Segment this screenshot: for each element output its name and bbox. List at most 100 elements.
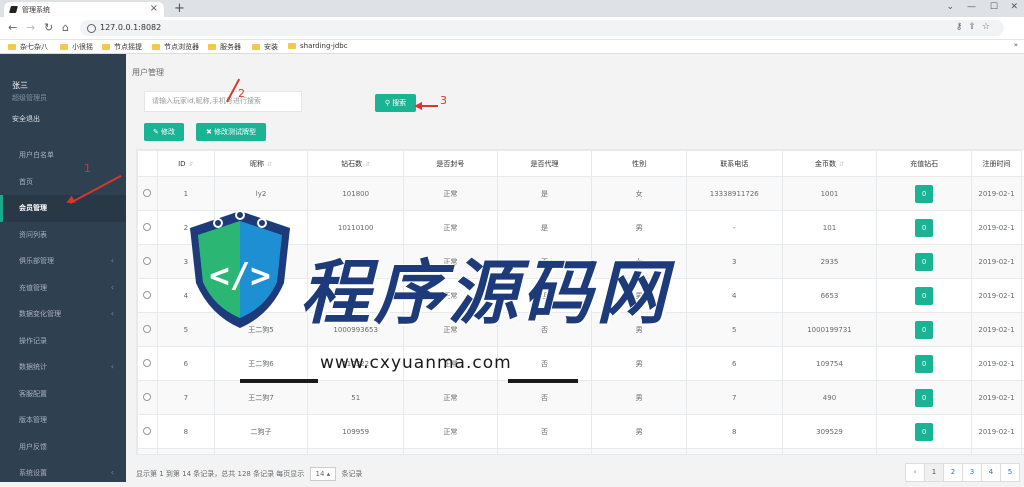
sidebar-item-operation-log[interactable]: 操作记录 <box>0 328 126 355</box>
logout-link[interactable]: 安全退出 <box>12 114 47 124</box>
recharge-diamond-button[interactable]: 0 <box>915 253 933 271</box>
table-cell: 4 <box>686 279 782 313</box>
bookmark-label: 杂七杂八 <box>20 43 48 51</box>
column-header[interactable]: ID⇵ <box>157 151 214 177</box>
recharge-diamond-button[interactable]: 0 <box>915 219 933 237</box>
sidebar-item-feedback[interactable]: 用户反馈 <box>0 434 126 461</box>
omnibox[interactable]: 127.0.0.1:8082 ⚷⇪☆ <box>80 20 1004 36</box>
page-size-select[interactable]: 14 ▴ <box>310 467 337 481</box>
recharge-diamond-button[interactable]: 0 <box>915 185 933 203</box>
tab-search-icon[interactable]: ⌄ <box>946 2 954 12</box>
table-cell: 0 <box>877 347 972 381</box>
back-icon[interactable]: ← <box>8 21 17 34</box>
table-row[interactable]: 366正常否女3293502019-02-1 <box>138 245 1024 279</box>
table-row[interactable]: 2王二狗210110100正常是男-10102019-02-1 <box>138 211 1024 245</box>
row-radio[interactable] <box>143 189 151 197</box>
edit-button[interactable]: ✎ 修改 <box>144 123 184 141</box>
page-button[interactable]: 3 <box>962 463 982 482</box>
column-header[interactable]: 金币数⇵ <box>782 151 877 177</box>
annotation-arrowhead-3 <box>414 102 422 110</box>
sidebar-item-statistics[interactable]: 数据统计‹ <box>0 354 126 381</box>
recharge-diamond-button[interactable]: 0 <box>915 389 933 407</box>
bookmark-item[interactable]: 节点浏览器 <box>152 42 199 52</box>
home-icon[interactable]: ⌂ <box>62 21 69 34</box>
bookmark-label: sharding-jdbc <box>300 42 348 50</box>
column-header: 是否代理 <box>497 151 592 177</box>
table-cell: 66 <box>308 245 404 279</box>
bookmarks-overflow-icon[interactable]: » <box>1014 41 1018 49</box>
table-cell: 是 <box>497 211 592 245</box>
recharge-diamond-button[interactable]: 0 <box>915 287 933 305</box>
bookmark-item[interactable]: 小很摇 <box>60 42 93 52</box>
table-row[interactable]: 7王二狗751正常否男749002019-02-1 <box>138 381 1024 415</box>
sidebar-item-club[interactable]: 俱乐部管理‹ <box>0 248 126 275</box>
table-cell: 0 <box>877 313 972 347</box>
column-header: 充值钻石 <box>877 151 972 177</box>
table-body: 1ly2101800正常是女13338911726100102019-02-12… <box>138 177 1024 456</box>
sidebar-item-whitelist[interactable]: 用户白名单 <box>0 142 126 169</box>
row-select-cell <box>138 279 158 313</box>
bookmark-item[interactable]: sharding-jdbc <box>288 42 348 50</box>
table-row[interactable]: 4正常否男4665302019-02-1 <box>138 279 1024 313</box>
folder-icon <box>288 43 296 49</box>
browser-tab[interactable]: 管理系统 × <box>4 2 164 17</box>
sidebar-item-settings[interactable]: 系统设置‹ <box>0 460 126 487</box>
member-table: ID⇵ 昵称⇵ 钻石数⇵ 是否封号 是否代理 性别 联系电话 金币数⇵ 充值钻石… <box>136 149 1024 455</box>
page-prev-button[interactable]: ‹ <box>905 463 925 482</box>
site-info-icon[interactable] <box>87 24 96 33</box>
minimize-icon[interactable]: — <box>967 2 976 12</box>
chevron-left-icon: ‹ <box>111 460 114 487</box>
bookmark-item[interactable]: 节点摇提 <box>102 42 142 52</box>
annotation-2: 2 <box>238 87 245 100</box>
table-cell: 109754 <box>782 347 877 381</box>
column-header[interactable]: 昵称⇵ <box>214 151 308 177</box>
reload-icon[interactable]: ↻ <box>44 21 53 34</box>
new-tab-icon[interactable]: + <box>174 1 185 16</box>
search-button[interactable]: ⚲ 搜索 <box>375 94 416 112</box>
sidebar-item-recharge[interactable]: 充值管理‹ <box>0 275 126 302</box>
table-cell: 1000993653 <box>308 313 404 347</box>
url-text[interactable]: 127.0.0.1:8082 <box>100 23 161 32</box>
sidebar-item-version[interactable]: 版本管理 <box>0 407 126 434</box>
table-row[interactable]: 9王二狗9194747正常否男910981902019-02-1 <box>138 449 1024 456</box>
sidebar: 张三 超级管理员 安全退出 用户白名单 首页 会员管理 资问列表 俱乐部管理‹ … <box>0 54 126 482</box>
omnibox-action-icons[interactable]: ⚷⇪☆ <box>956 22 996 32</box>
page-button[interactable]: 4 <box>981 463 1001 482</box>
table-row[interactable]: 6王二狗6110322正常否男610975402019-02-1 <box>138 347 1024 381</box>
search-field[interactable] <box>144 91 302 112</box>
column-header[interactable]: 钻石数⇵ <box>308 151 404 177</box>
maximize-icon[interactable]: ☐ <box>990 2 998 12</box>
table-cell: 男 <box>592 449 687 456</box>
sort-icon: ⇵ <box>365 161 370 168</box>
edit-icon: ✎ <box>153 128 159 136</box>
table-row[interactable]: 1ly2101800正常是女13338911726100102019-02-1 <box>138 177 1024 211</box>
sidebar-item-data-change[interactable]: 数据变化管理‹ <box>0 301 126 328</box>
row-radio[interactable] <box>143 393 151 401</box>
row-radio[interactable] <box>143 325 151 333</box>
sidebar-item-support-config[interactable]: 客服配置 <box>0 381 126 408</box>
bookmark-item[interactable]: 杂七杂八 <box>8 42 48 52</box>
table-row[interactable]: 8二狗子109959正常否男830952902019-02-1 <box>138 415 1024 449</box>
edit-test-cards-button[interactable]: ✖ 修改测试牌型 <box>196 123 266 141</box>
sidebar-item-list[interactable]: 资问列表 <box>0 222 126 249</box>
page-button[interactable]: 2 <box>943 463 963 482</box>
row-radio[interactable] <box>143 427 151 435</box>
table-cell: 2019-02-1 <box>971 279 1021 313</box>
table-row[interactable]: 5王二狗51000993653正常否男5100019973102019-02-1 <box>138 313 1024 347</box>
row-radio[interactable] <box>143 257 151 265</box>
page-button[interactable]: 1 <box>924 463 944 482</box>
row-radio[interactable] <box>143 223 151 231</box>
bookmark-item[interactable]: 服务器 <box>208 42 241 52</box>
forward-icon[interactable]: → <box>26 21 35 34</box>
row-radio[interactable] <box>143 359 151 367</box>
table-cell: 0 <box>877 279 972 313</box>
recharge-diamond-button[interactable]: 0 <box>915 423 933 441</box>
close-window-icon[interactable]: ✕ <box>1010 2 1018 12</box>
recharge-diamond-button[interactable]: 0 <box>915 355 933 373</box>
bookmark-item[interactable]: 安装 <box>252 42 278 52</box>
sidebar-item-member-management[interactable]: 会员管理 <box>0 195 126 222</box>
row-radio[interactable] <box>143 291 151 299</box>
tab-close-icon[interactable]: × <box>150 3 158 14</box>
page-button[interactable]: 5 <box>1000 463 1020 482</box>
recharge-diamond-button[interactable]: 0 <box>915 321 933 339</box>
